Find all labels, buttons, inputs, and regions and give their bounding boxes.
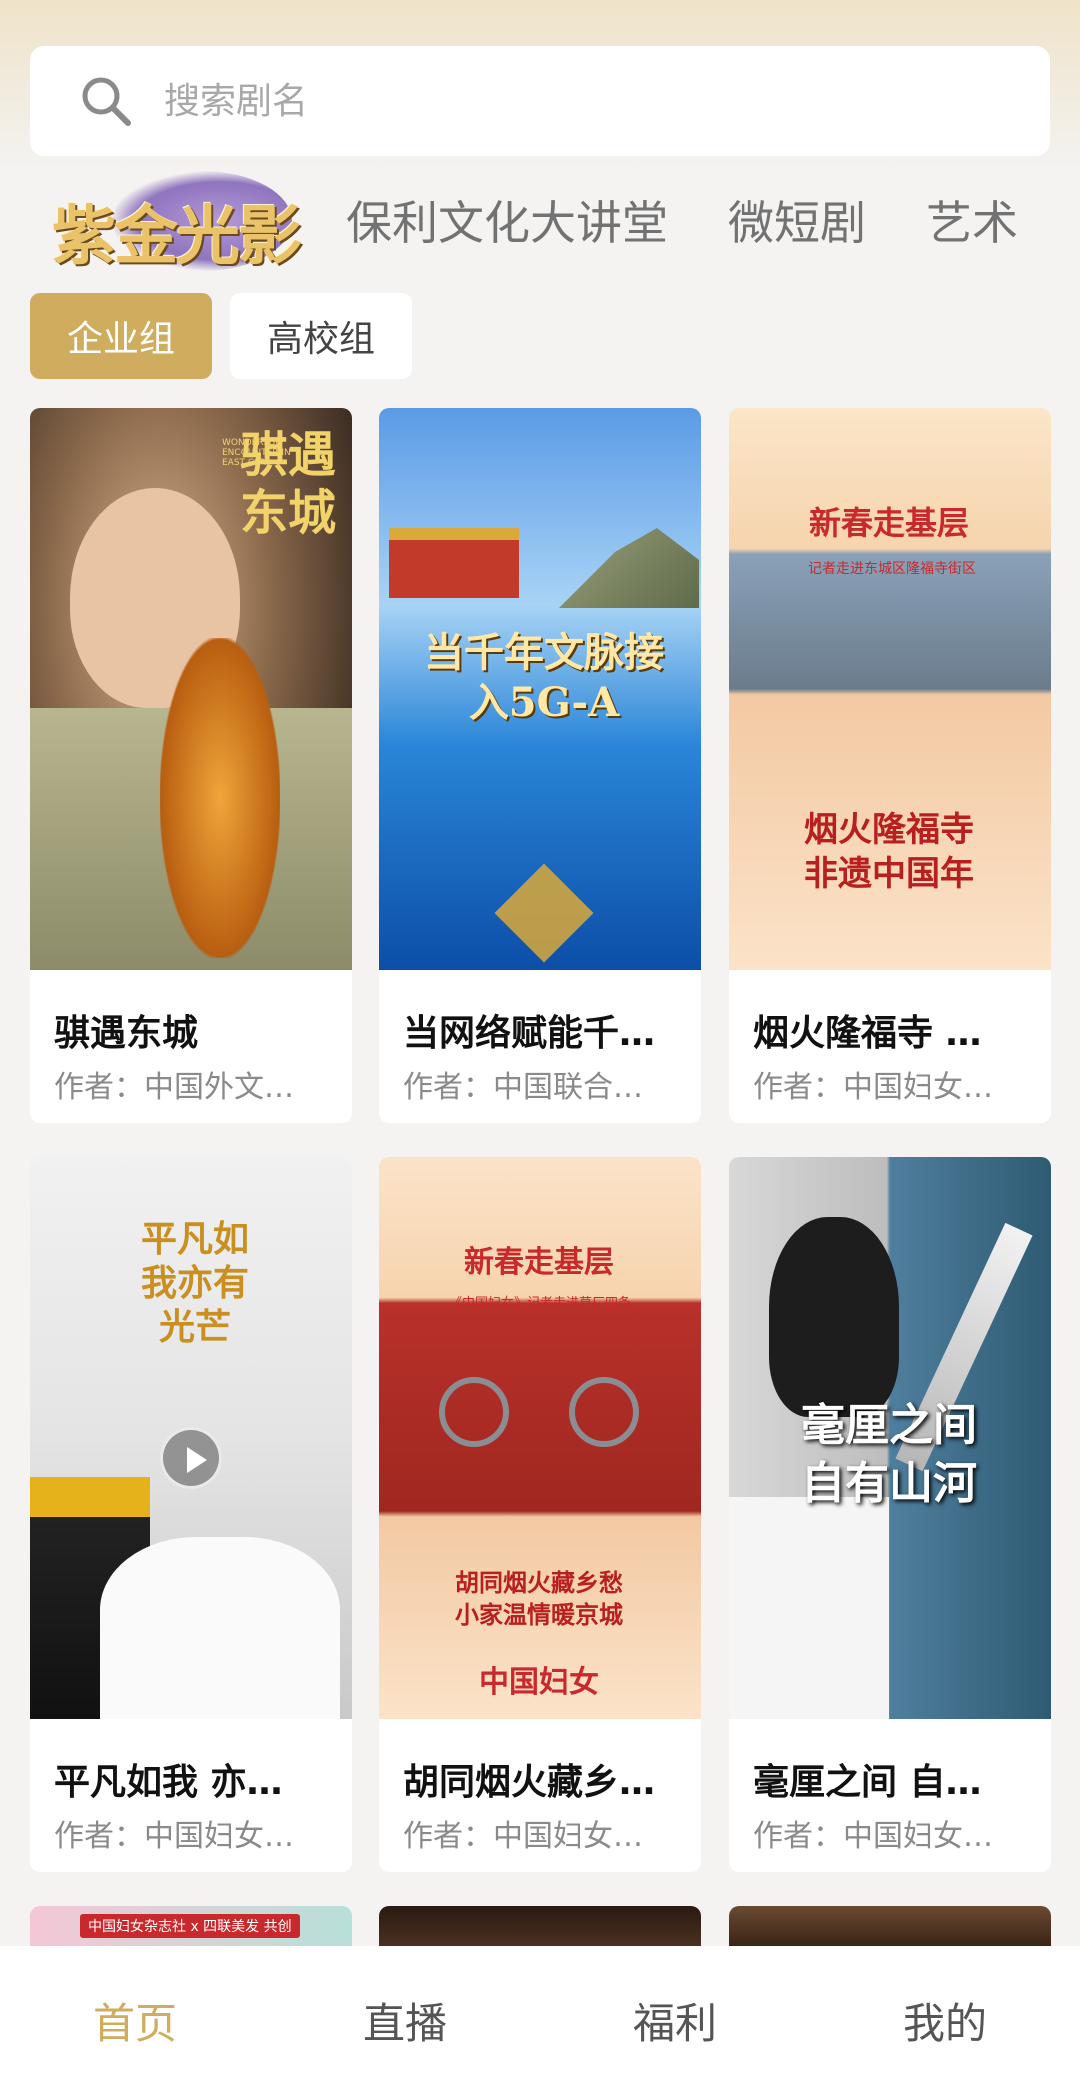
card-author: 作者：中国妇女… (753, 1819, 993, 1854)
figure-hair (769, 1217, 899, 1417)
poster-heading: 新春走基层 (464, 1245, 614, 1280)
poster-title: 毫厘之间自有山河 (801, 1400, 977, 1509)
video-thumbnail: 新春走基层 记者走进东城区隆福寺街区 烟火隆福寺非遗中国年 (729, 408, 1051, 970)
card-title: 骐遇东城 (54, 1013, 199, 1054)
poster-title: 烟火隆福寺非遗中国年 (804, 810, 974, 894)
logo-text: 紫金光影 (52, 199, 302, 274)
video-card[interactable]: 骐遇东城 WONDERFUL ENCOUNTER IN EAST CITY 骐遇… (30, 408, 352, 1123)
figure-cape (100, 1537, 340, 1719)
play-icon[interactable] (160, 1427, 222, 1489)
card-author: 作者：中国妇女… (54, 1819, 294, 1854)
video-thumbnail: 当千年文脉接入5G-A (379, 408, 701, 970)
card-title: 胡同烟火藏乡… (403, 1762, 656, 1803)
card-author: 作者：中国妇女… (403, 1819, 643, 1854)
poster-title: 平凡如我亦有光芒 (140, 1218, 249, 1348)
nav-welfare[interactable]: 福利 (540, 1946, 810, 2094)
tab-enterprise-group[interactable]: 企业组 (30, 293, 212, 379)
video-card-partial[interactable]: 中国妇女杂志社 x 四联美发 共创 (30, 1906, 352, 1946)
search-icon (82, 77, 131, 126)
card-title: 平凡如我 亦… (54, 1762, 283, 1803)
video-card-partial[interactable] (729, 1906, 1051, 1946)
nav-mine[interactable]: 我的 (810, 1946, 1080, 2094)
partial-card-label: 中国妇女杂志社 x 四联美发 共创 (80, 1914, 300, 1938)
search-input[interactable] (164, 80, 964, 122)
category-tabs: 紫金光影 保利文化大讲堂 微短剧 艺术 (0, 160, 1080, 280)
video-thumbnail: 平凡如我亦有光芒 (30, 1157, 352, 1719)
video-card[interactable]: 毫厘之间自有山河 毫厘之间 自… 作者：中国妇女… (729, 1157, 1051, 1872)
poster-brand: 中国妇女 (479, 1665, 599, 1700)
tab-poly-lecture[interactable]: 保利文化大讲堂 (346, 187, 668, 253)
bottom-navigation: 首页 直播 福利 我的 (0, 1946, 1080, 2094)
poster-title: 胡同烟火藏乡愁小家温情暖京城 (455, 1568, 623, 1629)
tab-micro-drama[interactable]: 微短剧 (728, 187, 866, 253)
poster-subheading: 记者走进东城区隆福寺街区 (808, 561, 976, 577)
video-thumbnail: 毫厘之间自有山河 (729, 1157, 1051, 1719)
card-author: 作者：中国妇女… (753, 1070, 993, 1105)
video-card-partial[interactable] (379, 1906, 701, 1946)
card-author: 作者：中国联合… (403, 1070, 643, 1105)
card-author: 作者：中国外文… (54, 1070, 294, 1105)
tab-university-group[interactable]: 高校组 (230, 293, 412, 379)
door-knocker-right (569, 1377, 639, 1447)
poster-subheading: 《中国妇女》记者走进草厂四条 (448, 1296, 631, 1311)
video-thumbnail: 骐遇东城 WONDERFUL ENCOUNTER IN EAST CITY (30, 408, 352, 970)
poster-heading: 新春走基层 (808, 504, 969, 542)
logo-badge (494, 863, 594, 963)
tab-art[interactable]: 艺术 (926, 187, 1018, 253)
sugar-figure (160, 638, 280, 958)
poster-subtitle: WONDERFUL ENCOUNTER IN EAST CITY (222, 438, 291, 468)
group-toggle: 企业组 高校组 (30, 293, 412, 379)
great-wall (559, 528, 699, 608)
search-bar[interactable] (30, 46, 1050, 156)
palace-building (389, 528, 519, 598)
logo-tab-zijin-guangying[interactable]: 紫金光影 (52, 165, 302, 275)
poster-title: 当千年文脉接入5G-A (424, 629, 664, 726)
nav-live[interactable]: 直播 (270, 1946, 540, 2094)
card-title: 当网络赋能千… (403, 1013, 656, 1054)
video-thumbnail: 新春走基层 《中国妇女》记者走进草厂四条 胡同烟火藏乡愁小家温情暖京城 中国妇女 (379, 1157, 701, 1719)
figure-cape (729, 1497, 889, 1719)
card-title: 烟火隆福寺 … (753, 1013, 982, 1054)
card-title: 毫厘之间 自… (753, 1762, 982, 1803)
door-knocker-left (439, 1377, 509, 1447)
nav-home[interactable]: 首页 (0, 1946, 270, 2094)
video-card[interactable]: 新春走基层 《中国妇女》记者走进草厂四条 胡同烟火藏乡愁小家温情暖京城 中国妇女… (379, 1157, 701, 1872)
video-card[interactable]: 平凡如我亦有光芒 平凡如我 亦… 作者：中国妇女… (30, 1157, 352, 1872)
video-card[interactable]: 新春走基层 记者走进东城区隆福寺街区 烟火隆福寺非遗中国年 烟火隆福寺 … 作者… (729, 408, 1051, 1123)
video-card[interactable]: 当千年文脉接入5G-A 当网络赋能千… 作者：中国联合… (379, 408, 701, 1123)
